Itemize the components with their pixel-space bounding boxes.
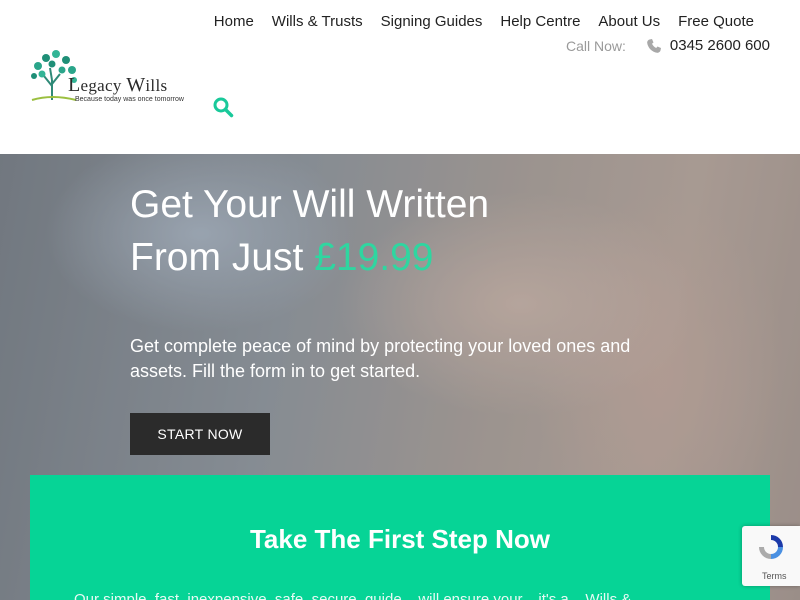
hero-title: Get Your Will Written From Just £19.99: [130, 178, 650, 284]
logo-tagline: Because today was once tomorrow: [75, 96, 184, 103]
call-now-label: Call Now:: [565, 37, 626, 54]
site-header: Legacy Wills Because today was once tomo…: [0, 0, 800, 154]
phone-number-link[interactable]: 0345 2600 600: [670, 37, 770, 54]
start-now-button[interactable]: START NOW: [130, 413, 270, 455]
hero-title-line2: From Just: [130, 236, 315, 279]
first-step-panel: Take The First Step Now Our simple, fast…: [30, 475, 770, 600]
nav-home[interactable]: Home: [205, 12, 263, 32]
hero-subtitle: Get complete peace of mind by protecting…: [130, 336, 631, 381]
logo[interactable]: Legacy Wills Because today was once tomo…: [28, 46, 188, 110]
search-icon[interactable]: [212, 96, 234, 118]
first-step-title: Take The First Step Now: [249, 524, 550, 554]
nav-wills-trusts[interactable]: Wills & Trusts: [263, 12, 372, 32]
phone-icon: [647, 38, 661, 53]
nav-free-quote[interactable]: Free Quote: [669, 12, 754, 32]
logo-wordmark: Legacy Wills: [68, 74, 168, 96]
main-nav: Home Wills & Trusts Signing Guides Help …: [205, 12, 754, 32]
call-now: Call Now: 0345 2600 600: [566, 37, 770, 54]
nav-about-us[interactable]: About Us: [589, 12, 669, 32]
hero-price: £19.99: [314, 236, 434, 279]
first-step-text: Our simple, fast, inexpensive, safe, sec…: [74, 591, 632, 600]
nav-help-centre[interactable]: Help Centre: [491, 12, 589, 32]
hero-title-line1: Get Your Will Written: [130, 183, 490, 226]
recaptcha-badge[interactable]: Terms: [742, 526, 800, 586]
nav-signing-guides[interactable]: Signing Guides: [372, 12, 492, 32]
recaptcha-icon: [759, 535, 783, 559]
recaptcha-terms-link[interactable]: Terms: [762, 571, 787, 581]
